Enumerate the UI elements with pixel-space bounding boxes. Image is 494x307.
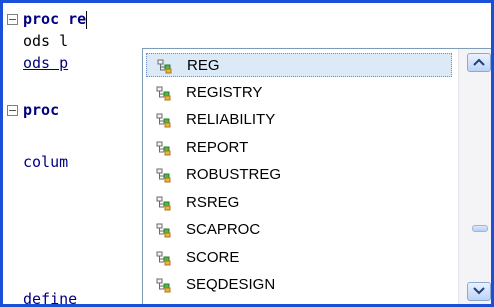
chevron-up-icon — [473, 58, 485, 66]
keyword-proc: proc — [23, 101, 60, 119]
scroll-up-button[interactable] — [467, 53, 491, 72]
autocomplete-item[interactable]: ROBUSTREG — [146, 163, 452, 187]
autocomplete-item[interactable]: REPORT — [146, 136, 452, 160]
collapse-toggle-icon[interactable]: − — [7, 14, 18, 25]
autocomplete-item[interactable]: RELIABILITY — [146, 108, 452, 132]
code-line-3: ods p — [23, 52, 68, 74]
typed-text: re — [68, 10, 87, 28]
code-text: ods p — [23, 54, 69, 72]
procedure-icon — [156, 196, 171, 210]
autocomplete-popup[interactable]: REG REGISTRY RELIABILITY REPORT ROBUSTREG RSR… — [142, 48, 491, 304]
code-line-1: proc re — [23, 8, 88, 30]
scroll-down-button[interactable] — [467, 282, 491, 301]
code-line-7: colum — [23, 151, 68, 173]
autocomplete-item-label: SEQDESIGN — [186, 276, 276, 293]
autocomplete-item-label: SCAPROC — [186, 221, 261, 238]
keyword-proc: proc — [23, 10, 60, 28]
procedure-icon — [156, 113, 171, 128]
autocomplete-list[interactable]: REG REGISTRY RELIABILITY REPORT ROBUSTREG RSR… — [143, 49, 455, 304]
code-text: ods l — [23, 32, 69, 50]
autocomplete-item[interactable]: RSREG — [146, 191, 452, 215]
procedure-icon — [156, 86, 171, 100]
code-line-5: proc — [23, 99, 59, 121]
autocomplete-item-label: ROBUSTREG — [186, 166, 282, 183]
chevron-down-icon — [473, 287, 485, 295]
editor-window: − proc re ods l ods p − proc colum defin… — [0, 0, 494, 307]
collapse-toggle-icon[interactable]: − — [7, 105, 18, 116]
code-line-11: define — [23, 288, 78, 307]
procedure-icon — [156, 223, 171, 238]
autocomplete-item-label: SCORE — [186, 248, 240, 266]
autocomplete-item-label: REG — [187, 57, 220, 74]
procedure-icon — [156, 251, 171, 265]
procedure-icon — [156, 278, 171, 293]
code-text: colum — [23, 153, 69, 171]
code-text: define — [23, 290, 78, 307]
procedure-icon — [156, 168, 171, 183]
autocomplete-item-label: RELIABILITY — [186, 111, 276, 128]
autocomplete-item-label: REGISTRY — [186, 83, 263, 101]
procedure-icon — [157, 59, 172, 74]
code-line-2: ods l — [23, 30, 68, 52]
autocomplete-item-label: REPORT — [186, 138, 249, 156]
autocomplete-item[interactable]: REG — [146, 53, 452, 77]
scrollbar[interactable] — [458, 49, 491, 304]
scroll-thumb[interactable] — [472, 225, 488, 232]
autocomplete-item[interactable]: REGISTRY — [146, 81, 452, 105]
autocomplete-item[interactable]: SCAPROC — [146, 218, 452, 242]
autocomplete-item[interactable]: SCORE — [146, 246, 452, 270]
text-cursor — [86, 10, 88, 29]
autocomplete-item-label: RSREG — [186, 193, 240, 211]
procedure-icon — [156, 141, 171, 155]
autocomplete-item[interactable]: SEQDESIGN — [146, 273, 452, 297]
